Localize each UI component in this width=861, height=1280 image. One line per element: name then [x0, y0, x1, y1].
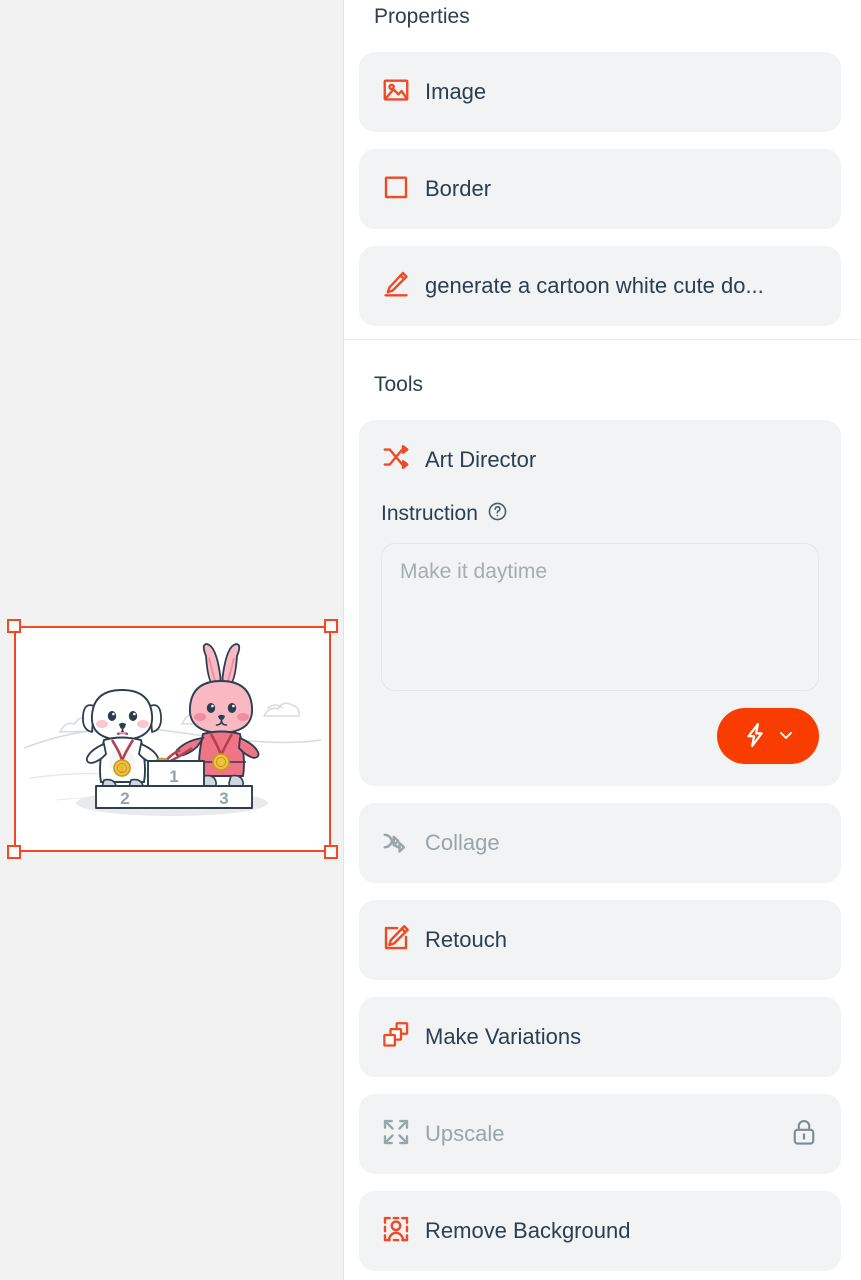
lightning-bolt-icon [741, 721, 769, 752]
property-item-label: Border [425, 176, 492, 201]
selected-image-object[interactable]: 1 1 2 3 [7, 619, 338, 859]
property-item-label: Image [425, 79, 487, 104]
generate-row [381, 708, 819, 764]
resize-handle-top-right[interactable] [324, 619, 338, 633]
property-item-label: generate a cartoon white cute do... [425, 273, 764, 298]
resize-handle-top-left[interactable] [7, 619, 21, 633]
shuffle-icon [381, 442, 411, 477]
tool-make-variations[interactable]: Make Variations [359, 997, 841, 1077]
tools-title: Tools [374, 373, 424, 396]
generate-button[interactable] [717, 708, 819, 764]
right-panel: Properties Image Border generate a carto… [344, 0, 861, 1280]
chevron-down-icon[interactable] [776, 725, 796, 748]
instruction-row: Instruction [381, 501, 819, 527]
retouch-icon [381, 923, 411, 958]
upscale-icon [381, 1117, 411, 1152]
canvas-area[interactable]: 1 1 2 3 [0, 0, 344, 1280]
instruction-input[interactable]: Make it daytime [381, 543, 819, 691]
tool-label: Retouch [425, 927, 507, 952]
properties-title: Properties [374, 5, 470, 28]
variations-icon [381, 1020, 411, 1055]
selection-frame [14, 626, 331, 852]
property-item-border[interactable]: Border [359, 149, 841, 229]
properties-section: Properties Image Border generate a carto… [344, 0, 861, 339]
tool-collage[interactable]: Collage [359, 803, 841, 883]
tool-label: Make Variations [425, 1024, 582, 1049]
image-icon [381, 75, 411, 110]
tool-art-director[interactable]: Art Director Instruction Make it daytime [359, 420, 841, 786]
remove-bg-icon [381, 1214, 411, 1249]
tool-label: Collage [425, 830, 500, 855]
tool-label: Upscale [425, 1121, 505, 1146]
collage-icon [381, 826, 411, 861]
question-circle-icon[interactable] [487, 501, 508, 527]
tool-upscale[interactable]: Upscale [359, 1094, 841, 1174]
art-director-header: Art Director [381, 442, 819, 477]
border-icon [381, 172, 411, 207]
property-item-image[interactable]: Image [359, 52, 841, 132]
editor-window: 1 1 2 3 Properties Image Border generate… [0, 0, 861, 1280]
resize-handle-bottom-left[interactable] [7, 845, 21, 859]
pencil-icon [381, 269, 411, 304]
property-item-prompt[interactable]: generate a cartoon white cute do... [359, 246, 841, 326]
instruction-label: Instruction [381, 502, 478, 525]
tools-section: Tools Art Director Instruction Make it d… [344, 339, 861, 1271]
resize-handle-bottom-right[interactable] [324, 845, 338, 859]
tool-retouch[interactable]: Retouch [359, 900, 841, 980]
instruction-placeholder: Make it daytime [400, 560, 548, 583]
art-director-title: Art Director [425, 446, 537, 472]
lock-icon [789, 1117, 819, 1152]
tool-label: Remove Background [425, 1218, 631, 1243]
tool-remove-background[interactable]: Remove Background [359, 1191, 841, 1271]
lock-slot [789, 1117, 819, 1152]
